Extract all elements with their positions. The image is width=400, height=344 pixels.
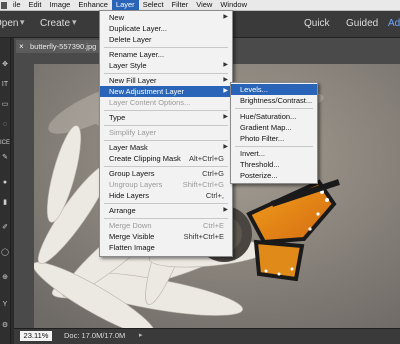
brush-tool-icon[interactable]: ✎ — [0, 153, 10, 163]
submenu-item-threshold[interactable]: Threshold... — [231, 159, 317, 170]
menu-separator — [104, 73, 228, 74]
menu-item-create-clipping-mask[interactable]: Create Clipping Mask Alt+Ctrl+G — [100, 153, 232, 164]
menu-item-merge-down[interactable]: Merge Down Ctrl+E — [100, 220, 232, 231]
menu-image[interactable]: Image — [45, 0, 74, 10]
menu-view[interactable]: View — [192, 0, 216, 10]
menu-separator — [104, 47, 228, 48]
menu-item-layer-style[interactable]: Layer Style ▶ — [100, 60, 232, 71]
menu-item-layer-mask[interactable]: Layer Mask ▶ — [100, 142, 232, 153]
menu-item-new-fill-layer[interactable]: New Fill Layer ▶ — [100, 75, 232, 86]
menu-item-arrange[interactable]: Arrange ▶ — [100, 205, 232, 216]
zoom-tool-icon[interactable]: ⊕ — [0, 273, 10, 283]
submenu-item-hue-saturation[interactable]: Hue/Saturation... — [231, 111, 317, 122]
menu-edit[interactable]: Edit — [25, 0, 46, 10]
menu-separator — [235, 146, 313, 147]
menu-item-layer-content-options[interactable]: Layer Content Options... — [100, 97, 232, 108]
menu-item-group-layers[interactable]: Group Layers Ctrl+G — [100, 168, 232, 179]
marquee-tool-icon[interactable]: ▭ — [0, 100, 10, 110]
menu-separator — [104, 125, 228, 126]
menu-separator — [104, 203, 228, 204]
menu-item-new-adjustment-layer[interactable]: New Adjustment Layer ▶ — [100, 86, 232, 97]
menu-filter[interactable]: Filter — [168, 0, 193, 10]
menu-separator — [104, 166, 228, 167]
menu-select[interactable]: Select — [139, 0, 168, 10]
eraser-tool-icon[interactable]: ▮ — [0, 198, 10, 208]
menu-file[interactable]: ile — [9, 0, 25, 10]
menu-layer[interactable]: Layer — [111, 0, 139, 10]
menu-separator — [104, 218, 228, 219]
menu-item-ungroup-layers[interactable]: Ungroup Layers Shift+Ctrl+G — [100, 179, 232, 190]
menu-item-type[interactable]: Type ▶ — [100, 112, 232, 123]
open-dropdown-icon[interactable]: ▾ — [20, 17, 25, 28]
document-size-info: Doc: 17.0M/17.0M — [64, 331, 126, 340]
tool-label-y: Y — [2, 301, 8, 308]
submenu-item-gradient-map[interactable]: Gradient Map... — [231, 122, 317, 133]
lasso-tool-icon[interactable]: ◌ — [0, 120, 10, 130]
menu-separator — [104, 110, 228, 111]
settings-icon[interactable]: ⚙ — [0, 321, 10, 331]
menu-item-simplify-layer[interactable]: Simplify Layer — [100, 127, 232, 138]
menu-item-new[interactable]: New ▶ — [100, 12, 232, 23]
submenu-item-levels[interactable]: Levels... — [231, 84, 317, 95]
app-logo-icon — [1, 1, 7, 9]
submenu-item-posterize[interactable]: Posterize... — [231, 170, 317, 181]
create-dropdown-icon[interactable]: ▾ — [72, 17, 77, 28]
status-bar: 23.11% Doc: 17.0M/17.0M ▸ — [14, 328, 400, 344]
adjustment-layer-submenu: Levels... Brightness/Contrast... Hue/Sat… — [230, 82, 318, 184]
clone-tool-icon[interactable]: ● — [0, 178, 10, 188]
layer-menu-dropdown: New ▶ Duplicate Layer... Delete Layer Ren… — [99, 10, 233, 257]
menu-item-hide-layers[interactable]: Hide Layers Ctrl+, — [100, 190, 232, 201]
menu-item-delete-layer[interactable]: Delete Layer — [100, 34, 232, 45]
create-button[interactable]: Create — [40, 18, 70, 29]
menu-item-flatten-image[interactable]: Flatten Image — [100, 242, 232, 253]
menu-item-duplicate-layer[interactable]: Duplicate Layer... — [100, 23, 232, 34]
submenu-item-invert[interactable]: Invert... — [231, 148, 317, 159]
menu-separator — [235, 108, 313, 109]
move-tool-icon[interactable]: ✥ — [0, 60, 10, 70]
submenu-item-photo-filter[interactable]: Photo Filter... — [231, 133, 317, 144]
mode-quick-tab[interactable]: Quick — [304, 18, 330, 29]
submenu-item-brightness-contrast[interactable]: Brightness/Contrast... — [231, 95, 317, 106]
status-menu-arrow-icon[interactable]: ▸ — [139, 331, 143, 341]
menu-enhance[interactable]: Enhance — [74, 0, 112, 10]
menu-item-rename-layer[interactable]: Rename Layer... — [100, 49, 232, 60]
mode-guided-tab[interactable]: Guided — [346, 18, 378, 29]
mode-advanced-tab[interactable]: Adv — [388, 18, 400, 29]
open-button[interactable]: Open — [0, 18, 18, 29]
shape-tool-icon[interactable]: ◯ — [0, 248, 10, 258]
tool-label-ice: ICE — [0, 140, 11, 146]
zoom-level-field[interactable]: 23.11% — [20, 331, 52, 341]
tools-panel: ✥ IT ▭ ◌ ICE ✎ ● ▮ ✐ ◯ ⊕ Y ⚙ — [0, 38, 11, 344]
menu-separator — [104, 140, 228, 141]
pencil-tool-icon[interactable]: ✐ — [0, 223, 10, 233]
tool-label-it: IT — [1, 81, 9, 88]
close-icon[interactable]: × — [19, 40, 24, 53]
menu-window[interactable]: Window — [216, 0, 251, 10]
menu-item-merge-visible[interactable]: Merge Visible Shift+Ctrl+E — [100, 231, 232, 242]
